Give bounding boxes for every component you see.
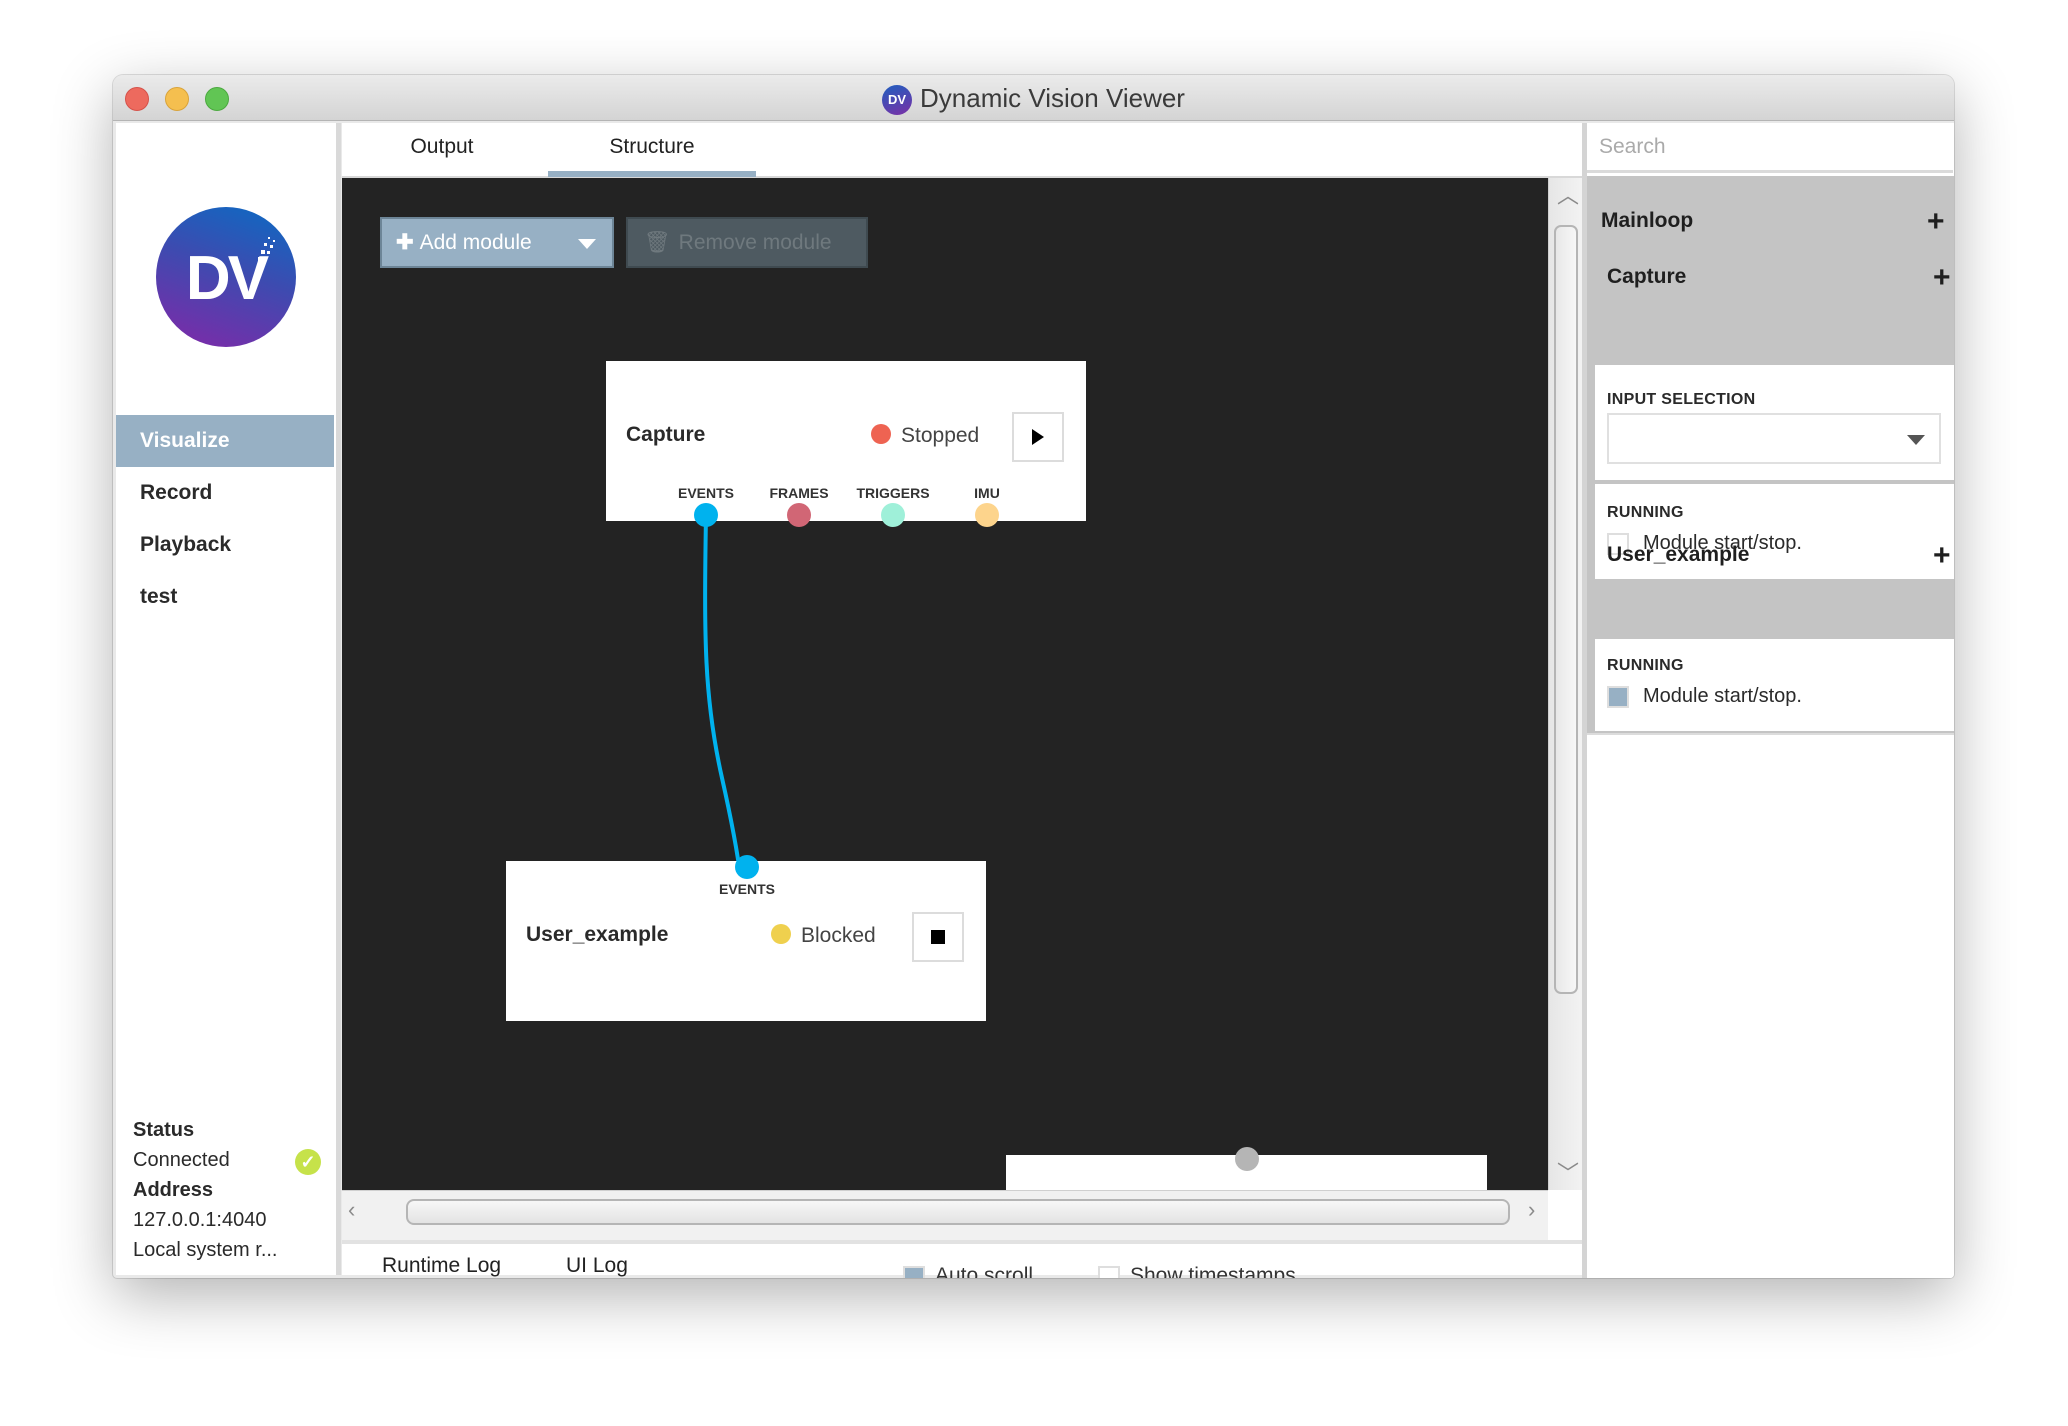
address-label: Address <box>133 1179 214 1201</box>
module-status-text: Blocked <box>801 924 876 947</box>
tab-structure[interactable]: Structure <box>548 123 756 177</box>
port-label-frames: FRAMES <box>769 485 829 501</box>
output-port-events[interactable] <box>694 503 718 527</box>
view-tabs: Output Structure <box>342 123 1590 178</box>
output-port-imu[interactable] <box>975 503 999 527</box>
config-panel-empty-area <box>1587 733 1954 1278</box>
capture-input-section: INPUT SELECTION <box>1595 365 1954 480</box>
port-label-imu: IMU <box>974 485 1000 501</box>
sidebar-item-playback[interactable]: Playback <box>116 519 334 571</box>
port-label-events: EVENTS <box>677 485 735 501</box>
module-offscreen[interactable] <box>1006 1147 1487 1190</box>
output-port-triggers[interactable] <box>881 503 905 527</box>
add-user-example-plus-icon[interactable]: + <box>1933 541 1951 571</box>
window-title-wrap: DV Dynamic Vision Viewer <box>113 83 1954 116</box>
input-selection-dropdown[interactable] <box>1607 413 1941 464</box>
stop-icon <box>931 930 945 944</box>
section-title-capture[interactable]: Capture <box>1607 265 1686 289</box>
port-label-triggers: TRIGGERS <box>856 485 930 501</box>
auto-scroll-checkbox[interactable] <box>903 1266 925 1278</box>
status-value: Connected <box>133 1149 230 1171</box>
main-panel: Output Structure ✚ Add module 🗑 Remove mod… <box>342 123 1590 1278</box>
horizontal-scrollbar[interactable]: ‹ › <box>342 1190 1548 1241</box>
tab-runtime-log[interactable]: Runtime Log <box>382 1254 501 1278</box>
app-logo-icon: DV <box>882 85 913 116</box>
sidebar-item-visualize[interactable]: Visualize <box>116 415 334 467</box>
port-label-events: EVENTS <box>718 881 776 897</box>
module-user-example[interactable]: EVENTS User_example Blocked <box>506 855 986 1021</box>
log-toolbar: Runtime Log UI Log Auto scroll Show time… <box>342 1242 1590 1278</box>
system-info: Local system r... <box>133 1239 278 1261</box>
status-dot-icon <box>771 924 791 944</box>
window-title: Dynamic Vision Viewer <box>920 83 1185 113</box>
input-port-events[interactable] <box>735 855 759 879</box>
search-input[interactable] <box>1587 123 1953 173</box>
user-example-running-section: RUNNING Module start/stop. <box>1595 639 1954 731</box>
module-name: Capture <box>626 423 706 446</box>
connection-status: Status Connected Address 127.0.0.1:4040 … <box>133 1115 278 1265</box>
show-timestamps-label: Show timestamps <box>1130 1264 1296 1278</box>
section-title-mainloop[interactable]: Mainloop <box>1601 209 1693 233</box>
scroll-up-icon[interactable]: ︿ <box>1557 178 1579 210</box>
play-icon <box>1032 429 1044 445</box>
output-port-frames[interactable] <box>787 503 811 527</box>
module-name: User_example <box>526 923 669 946</box>
tab-ui-log[interactable]: UI Log <box>566 1254 628 1278</box>
auto-scroll-label: Auto scroll <box>935 1264 1034 1278</box>
status-label: Status <box>133 1119 195 1141</box>
chevron-down-icon <box>1907 435 1925 445</box>
input-port[interactable] <box>1235 1147 1259 1171</box>
scroll-right-icon[interactable]: › <box>1528 1197 1535 1223</box>
vertical-scroll-thumb[interactable] <box>1554 225 1578 994</box>
section-title-user-example[interactable]: User_example <box>1607 543 1749 567</box>
tab-output[interactable]: Output <box>382 123 502 176</box>
user-example-running-checkbox[interactable] <box>1607 686 1629 708</box>
sidebar-divider <box>336 123 341 1275</box>
title-bar: DV Dynamic Vision Viewer <box>113 75 1954 121</box>
config-panel: Mainloop + Capture + INPUT SELECTION RUN… <box>1587 123 1954 1278</box>
show-timestamps-checkbox[interactable] <box>1098 1266 1120 1278</box>
connection-layer <box>703 513 761 995</box>
sidebar-item-record[interactable]: Record <box>116 467 334 519</box>
app-window: DV Dynamic Vision Viewer DV Visualize Rec… <box>113 75 1954 1278</box>
horizontal-scroll-thumb[interactable] <box>406 1199 1510 1225</box>
add-capture-plus-icon[interactable]: + <box>1933 263 1951 293</box>
logo-pixels-icon <box>258 237 275 262</box>
vertical-scrollbar[interactable]: ︿ ﹀ <box>1548 178 1583 1190</box>
module-capture[interactable]: Capture Stopped EVENTS FRAMES TRIGGERS I… <box>606 361 1086 527</box>
user-example-running-checkbox-label: Module start/stop. <box>1643 685 1802 707</box>
running-label: RUNNING <box>1607 657 1684 674</box>
input-selection-label: INPUT SELECTION <box>1607 391 1756 408</box>
sidebar: DV Visualize Record Playback test Status… <box>116 123 336 1275</box>
running-label: RUNNING <box>1607 504 1684 521</box>
address-value: 127.0.0.1:4040 <box>133 1209 267 1231</box>
status-dot-icon <box>871 424 891 444</box>
module-status: Stopped <box>871 424 979 448</box>
module-status-text: Stopped <box>901 424 980 447</box>
module-status: Blocked <box>771 924 876 948</box>
check-circle-icon: ✓ <box>295 1149 321 1175</box>
start-module-button[interactable] <box>1012 412 1064 462</box>
sidebar-item-test[interactable]: test <box>116 571 334 623</box>
stop-module-button[interactable] <box>912 912 964 962</box>
scroll-left-icon[interactable]: ‹ <box>348 1197 355 1223</box>
structure-canvas[interactable]: ✚ Add module 🗑 Remove module Capture Stopp… <box>342 178 1548 1190</box>
dv-logo: DV <box>156 207 296 347</box>
scroll-down-icon[interactable]: ﹀ <box>1557 1156 1579 1188</box>
add-mainloop-plus-icon[interactable]: + <box>1927 207 1945 237</box>
